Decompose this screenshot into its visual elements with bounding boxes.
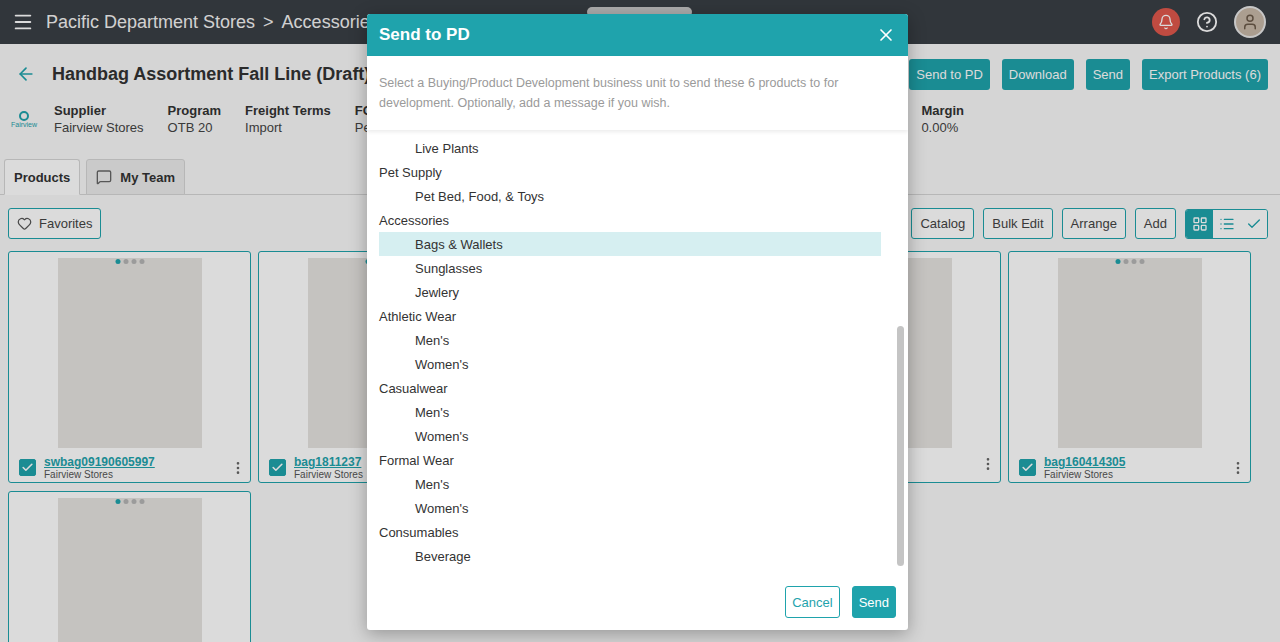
unit-item[interactable]: Pet Bed, Food, & Toys: [379, 184, 881, 208]
unit-item[interactable]: Women's: [379, 424, 881, 448]
unit-group[interactable]: Athletic Wear: [379, 304, 881, 328]
unit-item[interactable]: Jewlery: [379, 280, 881, 304]
unit-group[interactable]: Accessories: [379, 208, 881, 232]
close-icon: [876, 25, 896, 45]
scrollbar: [897, 136, 905, 576]
unit-group[interactable]: Consumables: [379, 520, 881, 544]
unit-list: Live PlantsPet SupplyPet Bed, Food, & To…: [379, 136, 881, 576]
unit-item[interactable]: Women's: [379, 352, 881, 376]
dialog-footer: Cancel Send: [367, 576, 908, 630]
unit-group[interactable]: Pet Supply: [379, 160, 881, 184]
send-to-pd-dialog: Send to PD Select a Buying/Product Develo…: [367, 14, 908, 630]
unit-group[interactable]: Formal Wear: [379, 448, 881, 472]
unit-item[interactable]: Sunglasses: [379, 256, 881, 280]
dialog-title: Send to PD: [379, 25, 470, 45]
unit-item[interactable]: Women's: [379, 496, 881, 520]
scrollbar-thumb[interactable]: [897, 326, 904, 566]
unit-group[interactable]: Casualwear: [379, 376, 881, 400]
unit-item[interactable]: Men's: [379, 472, 881, 496]
dialog-description: Select a Buying/Product Development busi…: [367, 56, 908, 130]
screen: Pacific Department Stores>AccessorieHand…: [0, 0, 1280, 642]
unit-item[interactable]: Bags & Wallets: [379, 232, 881, 256]
unit-item[interactable]: Beverage: [379, 544, 881, 568]
dialog-header: Send to PD: [367, 14, 908, 56]
unit-item[interactable]: Live Plants: [379, 136, 881, 160]
send-button[interactable]: Send: [852, 586, 896, 618]
unit-item[interactable]: Men's: [379, 400, 881, 424]
unit-list-area: Live PlantsPet SupplyPet Bed, Food, & To…: [367, 130, 908, 576]
unit-item[interactable]: Men's: [379, 328, 881, 352]
close-button[interactable]: [876, 25, 896, 45]
cancel-button[interactable]: Cancel: [785, 586, 839, 618]
